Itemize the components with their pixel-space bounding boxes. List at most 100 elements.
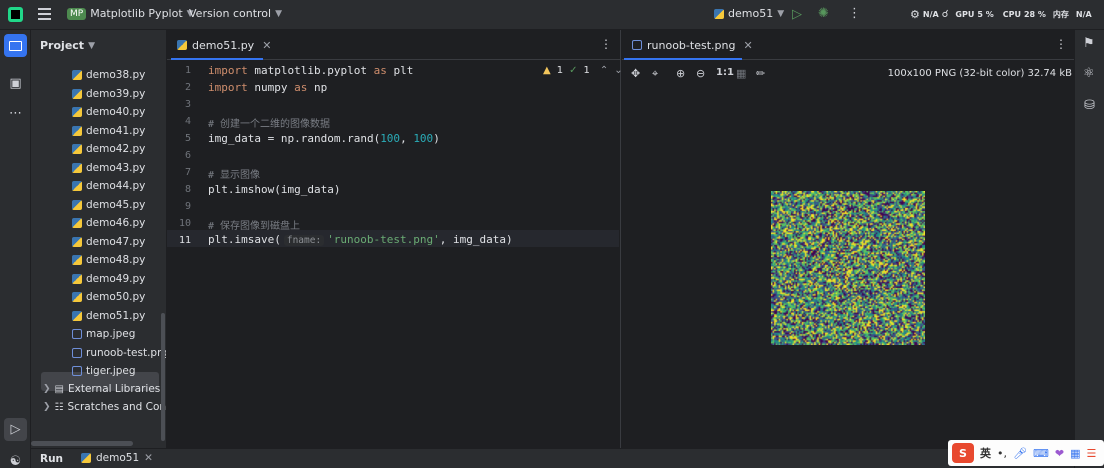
- run-config-selector[interactable]: demo51 ▼: [714, 7, 784, 20]
- tree-item-file[interactable]: demo40.py: [72, 103, 145, 121]
- tree-item-file[interactable]: map.jpeg: [72, 325, 135, 343]
- keyboard-icon[interactable]: ⌨: [1033, 447, 1049, 460]
- file-label: demo39.py: [86, 87, 146, 100]
- tree-item-file[interactable]: demo42.py: [72, 140, 145, 158]
- tab-demo51-py[interactable]: demo51.py ✕: [177, 30, 271, 60]
- grid-toggle-icon[interactable]: ▦: [736, 67, 746, 80]
- horizontal-scrollbar[interactable]: [31, 441, 133, 446]
- code-line-11[interactable]: plt.imsave(fname:'runoob-test.png', img_…: [208, 233, 513, 246]
- chevron-up-icon[interactable]: ⌃: [600, 65, 608, 76]
- close-icon[interactable]: ✕: [743, 39, 752, 52]
- code-line-4[interactable]: # 创建一个二维的图像数据: [208, 115, 330, 130]
- python-file-icon: [81, 453, 91, 463]
- sogou-logo-icon[interactable]: S: [952, 443, 974, 463]
- code-line-2[interactable]: import numpy as np: [208, 81, 327, 94]
- more-tools-icon[interactable]: ⋯: [4, 102, 27, 125]
- tree-item-file[interactable]: demo46.py: [72, 214, 145, 232]
- warning-icon: ▲: [543, 65, 551, 76]
- run-tool-icon[interactable]: ▷: [4, 418, 27, 441]
- line-number: 6: [184, 150, 191, 161]
- notifications-icon[interactable]: ⚑: [1083, 36, 1095, 51]
- title-bar: MP Matplotlib Pyplot ▼ Version control ▼…: [0, 0, 1104, 30]
- python-file-icon: [72, 144, 82, 154]
- tree-item-file[interactable]: demo41.py: [72, 122, 145, 140]
- run-tab[interactable]: demo51 ✕: [81, 452, 153, 464]
- vertical-scrollbar[interactable]: [161, 313, 165, 441]
- tree-item-file[interactable]: demo45.py: [72, 196, 145, 214]
- vcs-widget[interactable]: Version control ▼: [189, 7, 282, 20]
- actual-size-button[interactable]: 1:1: [716, 67, 734, 78]
- skin-icon[interactable]: ❤: [1055, 447, 1064, 460]
- string-literal: 'runoob-test.png': [327, 233, 440, 246]
- app-logo-icon[interactable]: [8, 7, 23, 22]
- status-widgets: ⚙ N/A ☌ GPU 5 % CPU 28 % 内存 N/A: [910, 8, 1092, 21]
- project-panel-header[interactable]: Project ▼: [40, 39, 95, 52]
- debug-icon[interactable]: ✺: [818, 6, 829, 21]
- structure-icon[interactable]: ▣: [4, 72, 27, 95]
- tree-item-file[interactable]: demo38.py: [72, 66, 145, 84]
- tree-item-external-libraries[interactable]: ❯ ▤ External Libraries: [43, 380, 160, 398]
- tree-item-file[interactable]: demo39.py: [72, 85, 145, 103]
- run-icon[interactable]: ▷: [792, 7, 802, 22]
- main-menu-icon[interactable]: [38, 8, 51, 20]
- tree-item-file[interactable]: demo51.py: [72, 307, 145, 325]
- project-folder-icon[interactable]: [4, 34, 27, 57]
- ai-assistant-icon[interactable]: ⚛: [1083, 66, 1095, 81]
- file-label: tiger.jpeg: [86, 365, 136, 377]
- tree-item-file[interactable]: demo49.py: [72, 270, 145, 288]
- code-line-7[interactable]: # 显示图像: [208, 166, 260, 181]
- zoom-out-icon[interactable]: ⊖: [696, 67, 705, 80]
- image-file-icon: [632, 40, 642, 50]
- editor-more-icon[interactable]: ⋮: [600, 37, 612, 51]
- code-line-1[interactable]: import matplotlib.pyplot as plt: [208, 64, 413, 77]
- line-number: 4: [184, 116, 191, 127]
- microphone-icon[interactable]: 🎤︎: [1013, 447, 1027, 460]
- module: numpy: [247, 81, 295, 94]
- project-switcher[interactable]: MP Matplotlib Pyplot ▼: [67, 7, 194, 20]
- tree-item-file[interactable]: demo47.py: [72, 233, 145, 251]
- actual-size-frame-icon[interactable]: ⌖: [652, 67, 658, 81]
- file-label: demo38.py: [86, 69, 146, 81]
- tree-item-file[interactable]: tiger.jpeg: [72, 362, 136, 380]
- python-console-icon[interactable]: ☯: [4, 450, 27, 468]
- tree-item-file[interactable]: demo50.py: [72, 288, 145, 306]
- tree-item-file[interactable]: demo44.py: [72, 177, 145, 195]
- toolbox-icon[interactable]: ▦: [1070, 447, 1080, 460]
- file-label: demo46.py: [86, 217, 146, 229]
- code-line-10[interactable]: # 保存图像到磁盘上: [208, 217, 300, 232]
- ime-toolbar: S 英 •, 🎤︎ ⌨ ❤ ▦ ☰: [948, 440, 1104, 466]
- database-icon[interactable]: ⛁: [1084, 98, 1095, 113]
- ime-language[interactable]: 英: [980, 445, 991, 461]
- run-tool-title[interactable]: Run: [40, 453, 63, 465]
- tree-item-file[interactable]: runoob-test.png: [72, 344, 166, 362]
- code-line-8[interactable]: plt.imshow(img_data): [208, 183, 340, 196]
- color-picker-icon[interactable]: ✏: [756, 67, 765, 80]
- python-file-icon: [72, 88, 82, 99]
- python-file-icon: [72, 273, 82, 284]
- file-label: map.jpeg: [86, 328, 136, 340]
- chevron-right-icon: ❯: [43, 402, 51, 412]
- tree-item-file[interactable]: demo48.py: [72, 251, 145, 269]
- more-icon[interactable]: ☰: [1086, 447, 1096, 460]
- punctuation-icon[interactable]: •,: [997, 447, 1007, 460]
- run-tab-label: demo51: [96, 452, 140, 464]
- line-number: 3: [184, 99, 191, 110]
- chevron-down-icon: ▼: [777, 8, 785, 19]
- code-text: ,: [400, 132, 414, 145]
- inspection-widget[interactable]: ▲ 1 ✓ 1 ⌃ ⌄: [543, 65, 623, 76]
- zoom-in-icon[interactable]: ⊕: [676, 67, 685, 80]
- image-viewer: runoob-test.png ✕ ⋮ ✥ ⌖ ⊕ ⊖ 1:1 ▦ ✏ 100x…: [622, 30, 1074, 448]
- close-icon[interactable]: ✕: [144, 452, 153, 464]
- keyword: import: [208, 64, 248, 77]
- tree-item-scratches[interactable]: ❯ ☷ Scratches and Consoles: [43, 398, 166, 416]
- tree-item-file[interactable]: demo43.py: [72, 159, 145, 177]
- tab-runoob-test-png[interactable]: runoob-test.png ✕: [632, 30, 753, 60]
- file-label: demo45.py: [86, 198, 146, 211]
- status-na-1: N/A: [922, 10, 939, 19]
- scratches-label: Scratches and Consoles: [67, 401, 166, 413]
- more-actions-icon[interactable]: ⋮: [848, 6, 861, 21]
- fit-to-screen-icon[interactable]: ✥: [631, 67, 640, 80]
- code-line-5[interactable]: img_data = np.random.rand(100, 100): [208, 132, 440, 145]
- close-icon[interactable]: ✕: [262, 39, 271, 52]
- viewer-more-icon[interactable]: ⋮: [1055, 37, 1067, 51]
